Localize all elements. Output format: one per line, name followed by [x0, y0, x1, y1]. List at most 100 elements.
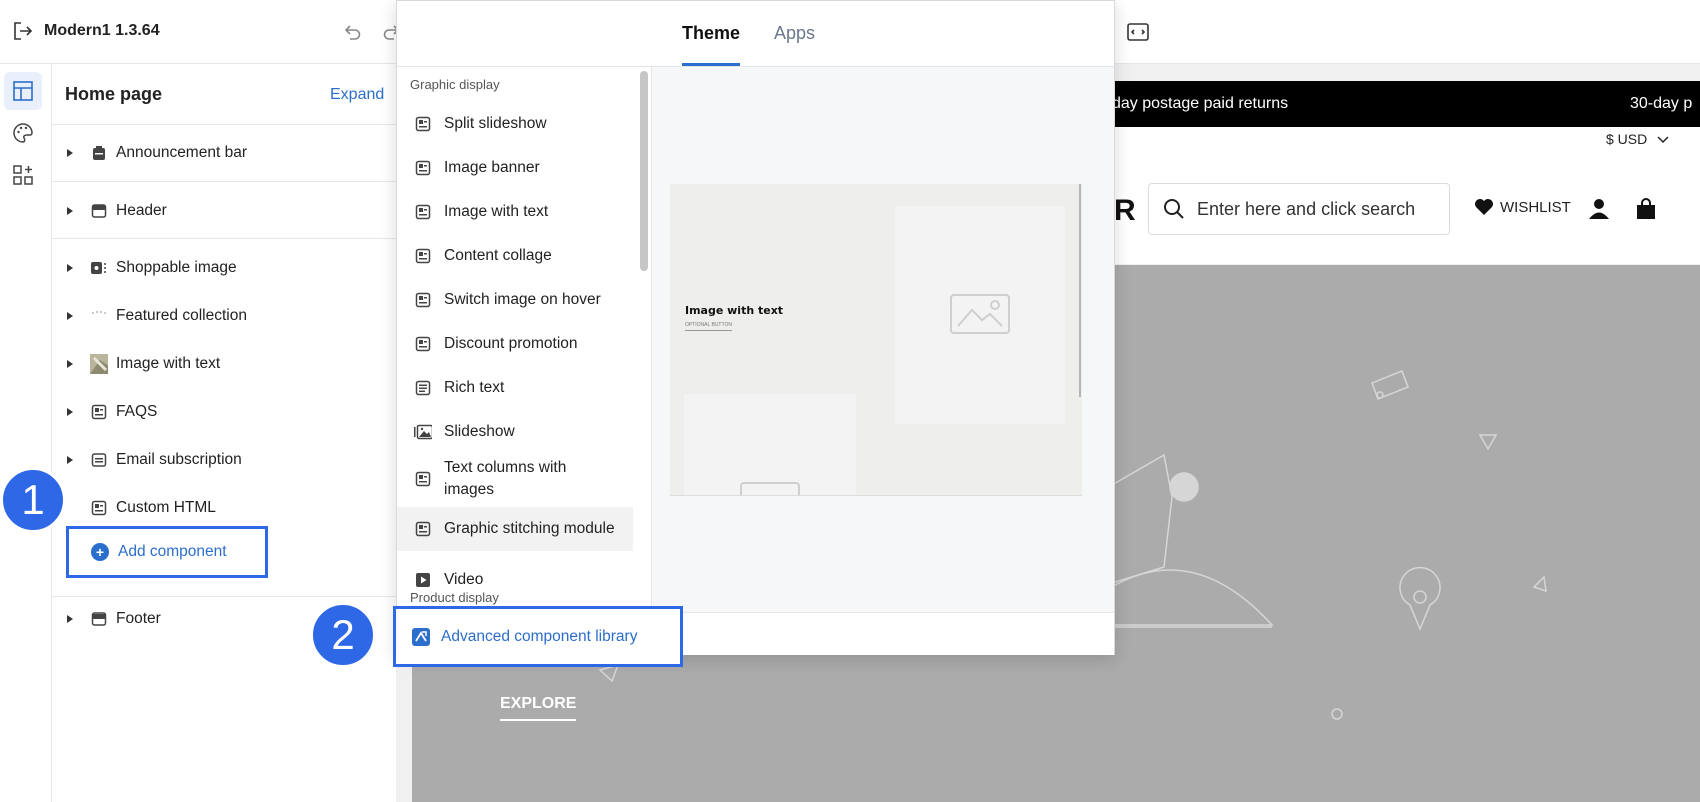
- announcement-icon: [90, 144, 108, 162]
- search-icon: [1164, 199, 1184, 219]
- block-icon: [90, 403, 108, 421]
- header-icon: [90, 202, 108, 220]
- section-label: Footer: [116, 610, 161, 627]
- layout-icon: [13, 81, 33, 101]
- heart-icon: [1475, 199, 1493, 215]
- caret-right-icon[interactable]: [62, 356, 78, 372]
- palette-icon: [13, 123, 33, 143]
- currency-selector[interactable]: $ USD: [1606, 131, 1669, 147]
- component-preview-thumbnail: Image with text OPTIONAL BUTTON: [670, 184, 1082, 496]
- section-label: Image with text: [116, 355, 221, 372]
- component-split-slideshow[interactable]: Split slideshow: [397, 102, 633, 146]
- section-label: Announcement bar: [116, 144, 247, 161]
- section-announcement-bar[interactable]: Announcement bar: [62, 138, 382, 168]
- section-label: Featured collection: [116, 307, 247, 324]
- announcement-text: 30-day p: [1630, 95, 1693, 112]
- component-list: Graphic display Split slideshow Image ba…: [397, 67, 651, 612]
- component-image-banner[interactable]: Image banner: [397, 146, 633, 190]
- video-icon: [414, 571, 432, 589]
- tab-apps[interactable]: Apps: [774, 23, 815, 44]
- component-switch-image-on-hover[interactable]: Switch image on hover: [397, 278, 633, 322]
- component-library-icon: [412, 627, 430, 646]
- section-faqs[interactable]: FAQS: [62, 397, 382, 427]
- block-icon: [414, 203, 432, 221]
- plus-circle-icon: +: [91, 543, 109, 561]
- sections-button[interactable]: [4, 72, 42, 110]
- block-icon: [414, 291, 432, 309]
- search-placeholder: Enter here and click search: [1197, 198, 1416, 219]
- block-icon: [414, 520, 432, 538]
- exit-icon[interactable]: [12, 20, 34, 42]
- chevron-down-icon: [1657, 136, 1669, 144]
- caret-right-icon[interactable]: [62, 611, 78, 627]
- category-label: Product display: [410, 590, 499, 605]
- page-title: Home page: [65, 84, 163, 104]
- image-placeholder-icon: [950, 294, 1010, 334]
- section-custom-html[interactable]: Custom HTML: [62, 493, 382, 523]
- preview-scrollbar: [1079, 184, 1081, 397]
- add-component-button[interactable]: + Add component: [66, 526, 268, 578]
- component-slideshow[interactable]: Slideshow: [397, 410, 633, 454]
- caret-right-icon[interactable]: [62, 145, 78, 161]
- component-label: Graphic stitching module: [444, 520, 615, 537]
- block-icon: [414, 335, 432, 353]
- divider: [52, 124, 396, 125]
- scrollbar-thumb[interactable]: [640, 71, 648, 271]
- category-label: Graphic display: [410, 77, 500, 92]
- cart-icon[interactable]: [1636, 198, 1656, 220]
- text-block-icon: [414, 379, 432, 397]
- section-featured-collection[interactable]: Featured collection: [62, 301, 382, 331]
- caret-right-icon[interactable]: [62, 260, 78, 276]
- section-label: Custom HTML: [116, 499, 216, 516]
- caret-right-icon[interactable]: [62, 308, 78, 324]
- collection-thumbnail-icon: [90, 307, 108, 325]
- component-label: Video: [444, 571, 484, 588]
- section-label: Header: [116, 202, 167, 219]
- component-graphic-stitching-module[interactable]: Graphic stitching module: [397, 507, 633, 551]
- preview-image-placeholder: [684, 394, 856, 495]
- caret-right-icon[interactable]: [62, 203, 78, 219]
- theme-settings-button[interactable]: [4, 114, 42, 152]
- wishlist-link[interactable]: WISHLIST: [1474, 198, 1571, 216]
- expand-button[interactable]: Expand: [330, 86, 384, 104]
- block-icon: [414, 247, 432, 265]
- search-input[interactable]: Enter here and click search: [1148, 183, 1450, 235]
- component-label: Rich text: [444, 379, 505, 396]
- section-image-with-text[interactable]: Image with text: [62, 349, 382, 379]
- component-text-columns-with-images[interactable]: Text columns with images: [397, 454, 633, 504]
- undo-icon[interactable]: [342, 22, 362, 42]
- store-logo[interactable]: R: [1114, 194, 1136, 228]
- component-label: Split slideshow: [444, 115, 547, 132]
- advanced-component-library-button[interactable]: Advanced component library: [393, 606, 683, 667]
- preview-image-placeholder: [895, 206, 1065, 424]
- account-icon[interactable]: [1588, 198, 1610, 220]
- caret-right-icon[interactable]: [62, 452, 78, 468]
- component-rich-text[interactable]: Rich text: [397, 366, 633, 410]
- advanced-library-label: Advanced component library: [441, 627, 638, 645]
- component-image-with-text[interactable]: Image with text: [397, 190, 633, 234]
- component-label: Switch image on hover: [444, 291, 601, 308]
- preview-title: Image with text: [685, 304, 784, 317]
- section-header[interactable]: Header: [62, 196, 382, 226]
- section-label: FAQS: [116, 403, 158, 420]
- footer-icon: [90, 610, 108, 628]
- image-thumbnail-icon: [90, 354, 108, 374]
- tab-theme[interactable]: Theme: [682, 23, 740, 44]
- divider: [52, 238, 396, 239]
- step-badge-2: 2: [310, 602, 376, 668]
- preview-button-text: OPTIONAL BUTTON: [685, 322, 732, 331]
- apps-button[interactable]: [4, 156, 42, 194]
- divider: [52, 181, 396, 182]
- announcement-text: day postage paid returns: [1112, 95, 1289, 112]
- component-preview-pane: Image with text OPTIONAL BUTTON: [651, 67, 1114, 612]
- fullscreen-icon[interactable]: [1126, 20, 1150, 44]
- section-label: Shoppable image: [116, 259, 237, 276]
- add-component-label: Add component: [118, 543, 227, 560]
- section-shoppable-image[interactable]: Shoppable image: [62, 253, 382, 283]
- component-discount-promotion[interactable]: Discount promotion: [397, 322, 633, 366]
- component-content-collage[interactable]: Content collage: [397, 234, 633, 278]
- explore-link[interactable]: EXPLORE: [500, 695, 577, 721]
- caret-right-icon[interactable]: [62, 404, 78, 420]
- divider: [52, 596, 396, 597]
- section-email-subscription[interactable]: Email subscription: [62, 445, 382, 475]
